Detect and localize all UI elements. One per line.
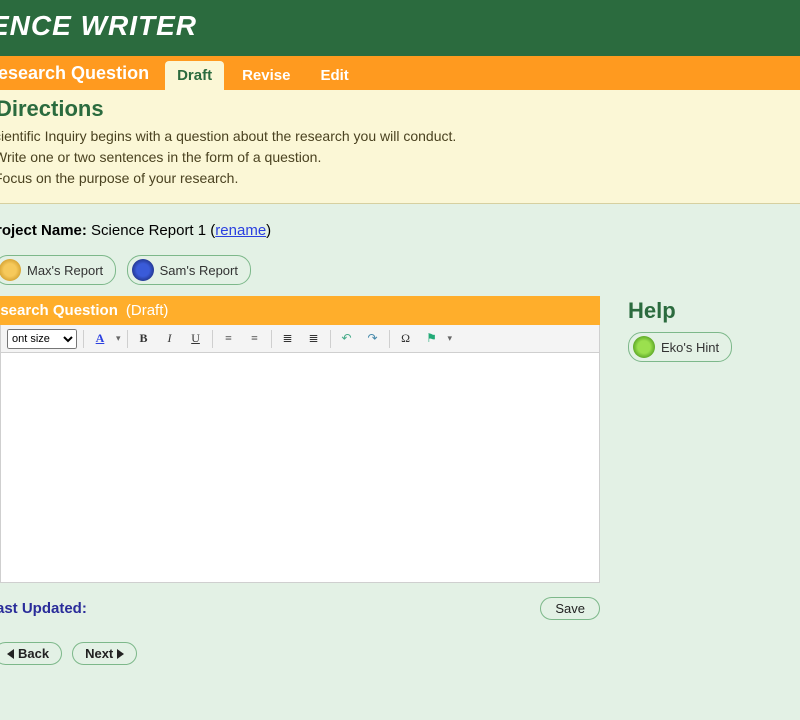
font-color-button[interactable]: A (90, 329, 110, 349)
next-button[interactable]: Next (72, 642, 137, 665)
special-char-button[interactable]: Ω (396, 329, 416, 349)
editor-toolbar: ont size A ▾ B I U ≡ ≡ ≣ ≣ ↶ ↷ Ω (0, 325, 600, 353)
sam-avatar-icon (132, 259, 154, 281)
rename-link[interactable]: rename (215, 222, 266, 239)
save-button[interactable]: Save (540, 597, 600, 620)
eko-hint-label: Eko's Hint (661, 340, 719, 355)
tab-revise[interactable]: Revise (230, 61, 302, 90)
toolbar-separator (389, 330, 390, 348)
flag-button[interactable]: ⚑ (422, 329, 442, 349)
directions-heading: Directions (0, 96, 790, 122)
project-name-row: roject Name: Science Report 1 (rename) (0, 222, 786, 239)
toolbar-separator (330, 330, 331, 348)
align-left-button[interactable]: ≡ (219, 329, 239, 349)
toolbar-separator (127, 330, 128, 348)
number-list-button[interactable]: ≣ (304, 329, 324, 349)
align-center-button[interactable]: ≡ (245, 329, 265, 349)
section-title: esearch Question (0, 57, 159, 90)
bold-button[interactable]: B (134, 329, 154, 349)
max-report-label: Max's Report (27, 263, 103, 278)
max-report-button[interactable]: Max's Report (0, 255, 116, 285)
help-heading: Help (628, 298, 738, 324)
sam-report-button[interactable]: Sam's Report (127, 255, 251, 285)
editor-panel: esearch Question (Draft) ont size A ▾ B … (0, 296, 600, 665)
bullet-list-button[interactable]: ≣ (278, 329, 298, 349)
app-header: ENCE WRITER (0, 0, 800, 56)
report-buttons-row: Max's Report Sam's Report (0, 255, 786, 286)
chevron-left-icon (7, 649, 14, 659)
back-label: Back (18, 646, 49, 661)
directions-line-3: Focus on the purpose of your research. (0, 168, 790, 189)
nav-row: Back Next (0, 642, 600, 665)
directions-line-2: Write one or two sentences in the form o… (0, 147, 790, 168)
editor-title: esearch Question (0, 302, 118, 319)
project-name-label: roject Name: (0, 222, 87, 239)
tab-draft[interactable]: Draft (165, 61, 224, 90)
max-avatar-icon (0, 259, 21, 281)
directions-line-1: cientific Inquiry begins with a question… (0, 126, 790, 147)
editor-footer: ast Updated: Save (0, 597, 600, 620)
italic-button[interactable]: I (160, 329, 180, 349)
content-area: roject Name: Science Report 1 (rename) M… (0, 204, 800, 673)
redo-button[interactable]: ↷ (363, 329, 383, 349)
chevron-right-icon (117, 649, 124, 659)
font-size-select[interactable]: ont size (7, 329, 77, 349)
editor-header: esearch Question (Draft) (0, 296, 600, 325)
app-title: ENCE WRITER (0, 10, 800, 42)
editor-textarea[interactable] (0, 353, 600, 583)
toolbar-separator (83, 330, 84, 348)
undo-button[interactable]: ↶ (337, 329, 357, 349)
directions-panel: Directions cientific Inquiry begins with… (0, 90, 800, 204)
sam-report-label: Sam's Report (160, 263, 238, 278)
tab-edit[interactable]: Edit (308, 61, 360, 90)
tab-bar: esearch Question Draft Revise Edit (0, 56, 800, 90)
underline-button[interactable]: U (186, 329, 206, 349)
editor-phase: (Draft) (126, 302, 169, 319)
project-name-value: Science Report 1 (91, 222, 206, 239)
help-column: Help Eko's Hint (628, 296, 738, 363)
last-updated-label: ast Updated: (0, 600, 87, 617)
toolbar-separator (212, 330, 213, 348)
toolbar-separator (271, 330, 272, 348)
back-button[interactable]: Back (0, 642, 62, 665)
eko-hint-button[interactable]: Eko's Hint (628, 332, 732, 362)
next-label: Next (85, 646, 113, 661)
eko-avatar-icon (633, 336, 655, 358)
